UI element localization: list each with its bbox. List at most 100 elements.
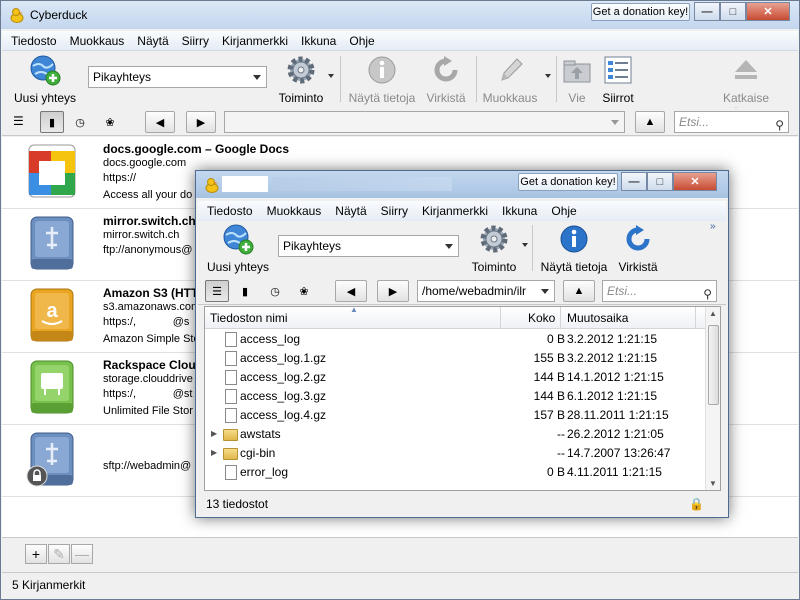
file-row[interactable]: access_log 0 B 3.2.2012 1:21:15	[205, 330, 705, 349]
menu-help[interactable]: Ohje	[551, 201, 576, 221]
outline-view-icon[interactable]: ☰	[13, 114, 24, 128]
file-modified: 26.2.2012 1:21:05	[567, 427, 664, 441]
quick-connect-dropdown[interactable]: Pikayhteys	[278, 235, 459, 257]
action-button[interactable]: Toiminto	[270, 54, 332, 105]
menu-go[interactable]: Siirry	[381, 201, 408, 221]
clock-icon: ◷	[270, 285, 280, 298]
file-row[interactable]: access_log.3.gz 144 B 6.1.2012 1:21:15	[205, 387, 705, 406]
vertical-scrollbar[interactable]: ▲ ▼	[705, 307, 720, 490]
menu-go[interactable]: Siirry	[182, 31, 209, 50]
back-button[interactable]: ◀	[335, 280, 367, 302]
edit-dropdown-arrow-icon[interactable]	[545, 74, 551, 78]
transfers-button[interactable]: Siirrot	[598, 54, 638, 105]
expand-triangle-icon[interactable]: ▶	[211, 429, 217, 438]
edit-button[interactable]: Muokkaus	[478, 54, 542, 105]
action-label: Toiminto	[278, 91, 324, 105]
minimize-button[interactable]: —	[621, 172, 647, 191]
sort-indicator-icon: ▲	[350, 306, 358, 314]
close-button[interactable]: ✕	[746, 2, 790, 21]
bookmarks-toggle-button[interactable]: ▮	[40, 111, 64, 133]
path-dropdown[interactable]	[224, 111, 625, 133]
search-input[interactable]: Etsi... ⚲	[674, 111, 789, 133]
forward-button[interactable]: ▶	[186, 111, 216, 133]
menu-window[interactable]: Ikkuna	[301, 31, 336, 50]
action-button[interactable]: Toiminto	[464, 223, 524, 274]
get-info-button[interactable]: Näytä tietoja	[538, 223, 610, 274]
parent-directory-button[interactable]: ▲	[635, 111, 665, 133]
column-modified[interactable]: Muutosaika	[567, 307, 628, 329]
browser-status-bar: 13 tiedostot 🔒	[198, 493, 726, 515]
back-button[interactable]: ◀	[145, 111, 175, 133]
menu-view[interactable]: Näytä	[335, 201, 366, 221]
action-dropdown-arrow-icon[interactable]	[522, 243, 528, 247]
google-docs-drive-icon	[28, 144, 76, 198]
new-connection-button[interactable]: Uusi yhteys	[12, 54, 78, 105]
file-modified: 6.1.2012 1:21:15	[567, 389, 658, 403]
menu-bookmark[interactable]: Kirjanmerkki	[422, 201, 488, 221]
file-row[interactable]: access_log.1.gz 155 B 3.2.2012 1:21:15	[205, 349, 705, 368]
action-dropdown-arrow-icon[interactable]	[328, 74, 334, 78]
quick-connect-dropdown[interactable]: Pikayhteys	[88, 66, 267, 88]
bonjour-button[interactable]: ❀	[292, 280, 316, 302]
path-dropdown[interactable]: /home/webadmin/ilr	[417, 280, 555, 302]
menu-edit[interactable]: Muokkaus	[267, 201, 322, 221]
maximize-button[interactable]: □	[720, 2, 746, 21]
bonjour-button[interactable]: ❀	[98, 111, 122, 133]
history-button[interactable]: ◷	[68, 111, 92, 133]
bookmarks-toggle-button[interactable]: ▮	[233, 280, 257, 302]
quick-connect-value: Pikayhteys	[283, 239, 342, 253]
menu-bar: Tiedosto Muokkaus Näytä Siirry Kirjanmer…	[2, 31, 798, 51]
forward-button[interactable]: ▶	[377, 280, 409, 302]
column-size[interactable]: Koko	[528, 307, 555, 329]
get-info-button[interactable]: Näytä tietoja	[346, 54, 418, 105]
bookmark-description: Amazon Simple Sto	[103, 333, 200, 345]
bookmark-url: https://	[103, 172, 137, 184]
clock-icon: ◷	[75, 116, 85, 129]
upload-button[interactable]: Vie	[560, 54, 594, 105]
bookmark-title: mirror.switch.ch	[103, 214, 196, 228]
column-divider[interactable]	[500, 307, 501, 329]
scroll-down-icon[interactable]: ▼	[709, 479, 717, 488]
file-size: --	[557, 427, 565, 441]
folder-row[interactable]: ▶ awstats -- 26.2.2012 1:21:05	[205, 425, 705, 444]
scroll-up-icon[interactable]: ▲	[709, 309, 717, 318]
toolbar-separator	[532, 225, 533, 271]
column-divider[interactable]	[560, 307, 561, 329]
delete-bookmark-button[interactable]: —	[71, 544, 93, 564]
refresh-button[interactable]: Virkistä	[614, 223, 662, 274]
expand-triangle-icon[interactable]: ▶	[211, 448, 217, 457]
gear-icon	[480, 225, 508, 253]
maximize-button[interactable]: □	[647, 172, 673, 191]
menu-bookmark[interactable]: Kirjanmerkki	[222, 31, 288, 50]
outline-view-button[interactable]: ☰	[205, 280, 229, 302]
new-connection-button[interactable]: Uusi yhteys	[206, 223, 270, 274]
search-input[interactable]: Etsi... ⚲	[602, 280, 717, 302]
history-button[interactable]: ◷	[263, 280, 287, 302]
file-count: 13 tiedostot	[206, 497, 269, 511]
menu-edit[interactable]: Muokkaus	[70, 31, 125, 50]
minimize-button[interactable]: —	[694, 2, 720, 21]
menu-help[interactable]: Ohje	[349, 31, 374, 50]
add-bookmark-button[interactable]: +	[25, 544, 47, 564]
toolbar-overflow-icon[interactable]: »	[710, 221, 716, 232]
column-divider[interactable]	[695, 307, 696, 329]
search-placeholder: Etsi...	[607, 284, 638, 298]
file-row[interactable]: error_log 0 B 4.11.2011 1:21:15	[205, 463, 705, 482]
folder-row[interactable]: ▶ cgi-bin -- 14.7.2007 13:26:47	[205, 444, 705, 463]
scrollbar-thumb[interactable]	[708, 325, 719, 405]
close-button[interactable]: ✕	[673, 172, 717, 191]
menu-view[interactable]: Näytä	[137, 31, 168, 50]
menu-file[interactable]: Tiedosto	[207, 201, 253, 221]
donation-button[interactable]: Get a donation key!	[518, 173, 618, 191]
refresh-button[interactable]: Virkistä	[422, 54, 470, 105]
parent-directory-button[interactable]: ▲	[563, 280, 595, 302]
file-row[interactable]: access_log.4.gz 157 B 28.11.2011 1:21:15	[205, 406, 705, 425]
column-name[interactable]: Tiedoston nimi	[210, 307, 288, 329]
donation-button[interactable]: Get a donation key!	[591, 3, 690, 21]
file-row[interactable]: access_log.2.gz 144 B 14.1.2012 1:21:15	[205, 368, 705, 387]
upload-label: Vie	[568, 91, 586, 105]
edit-bookmark-button[interactable]: ✎	[48, 544, 70, 564]
file-name: access_log.1.gz	[240, 351, 327, 365]
menu-file[interactable]: Tiedosto	[11, 31, 57, 50]
menu-window[interactable]: Ikkuna	[502, 201, 537, 221]
